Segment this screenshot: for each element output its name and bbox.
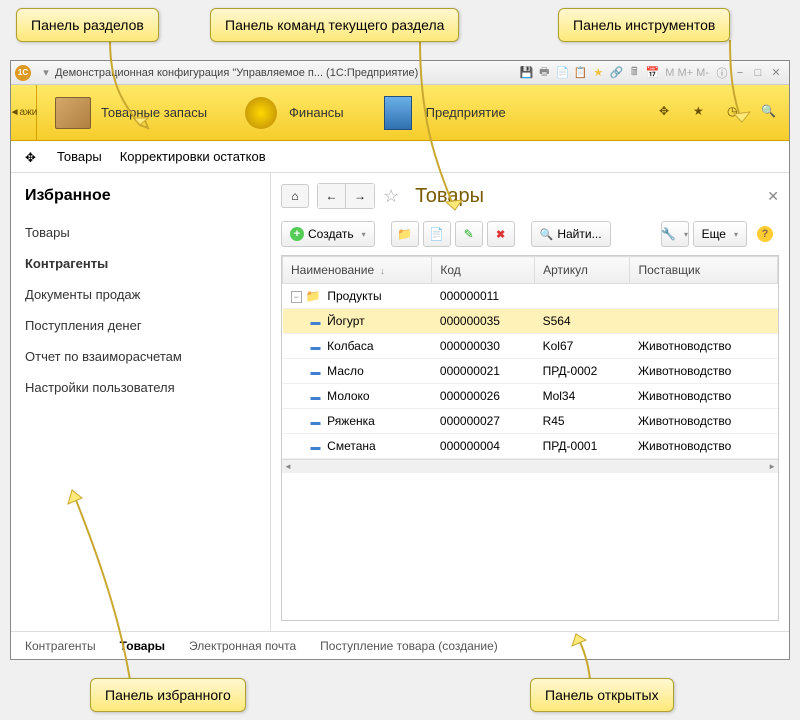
link-icon[interactable]: 🔗 — [608, 65, 624, 81]
item-icon: ▬ — [311, 342, 321, 353]
home-button[interactable]: ⌂ — [281, 184, 309, 208]
col-code[interactable]: Код — [432, 257, 535, 284]
main-header: ⌂ ← → ☆ Товары ✕ — [281, 183, 779, 209]
calendar-icon[interactable]: 📅 — [644, 65, 660, 81]
favorite-item[interactable]: Товары — [11, 217, 270, 248]
help-button[interactable]: ? — [751, 221, 779, 247]
pointer-open — [570, 630, 620, 680]
magnifier-icon: 🔍 — [540, 228, 554, 241]
table-row[interactable]: ▬ Сметана000000004ПРД-0001Животноводство — [283, 434, 778, 459]
more-button[interactable]: Еще — [693, 221, 747, 247]
favorite-item[interactable]: Поступления денег — [11, 310, 270, 341]
table-container: Наименование↓ Код Артикул Поставщик −📁 П… — [281, 255, 779, 621]
col-sku[interactable]: Артикул — [535, 257, 630, 284]
favorite-item[interactable]: Отчет по взаиморасчетам — [11, 341, 270, 372]
box-icon — [55, 97, 91, 129]
cmd-item[interactable]: Товары — [57, 149, 102, 164]
section-label: Финансы — [289, 105, 344, 120]
favorite-item[interactable]: Документы продаж — [11, 279, 270, 310]
delete-button[interactable]: ✖ — [487, 221, 515, 247]
search-icon[interactable]: 🔍 — [761, 104, 779, 122]
star-icon[interactable]: ★ — [590, 65, 606, 81]
create-button[interactable]: +Создать — [281, 221, 375, 247]
collapse-icon[interactable]: − — [291, 291, 302, 303]
copy-button[interactable]: 📄 — [423, 221, 451, 247]
favorite-item[interactable]: Настройки пользователя — [11, 372, 270, 403]
callout-favorites: Панель избранного — [90, 678, 246, 712]
favorite-item[interactable]: Контрагенты — [11, 248, 270, 279]
callout-commands: Панель команд текущего раздела — [210, 8, 459, 42]
x-icon: ✖ — [496, 228, 505, 241]
doc-icon[interactable]: 📄 — [554, 65, 570, 81]
favorites-panel: Избранное ТоварыКонтрагентыДокументы про… — [11, 173, 271, 631]
pointer-sections — [100, 40, 160, 130]
plus-icon: + — [290, 227, 304, 241]
help-icon: ? — [757, 226, 773, 242]
callout-open: Панель открытых — [530, 678, 674, 712]
data-table: Наименование↓ Код Артикул Поставщик −📁 П… — [282, 256, 778, 459]
item-icon: ▬ — [311, 317, 321, 328]
callout-sections: Панель разделов — [16, 8, 159, 42]
open-tab[interactable]: Электронная почта — [189, 639, 296, 653]
section-finance[interactable]: Финансы — [225, 85, 362, 141]
favorites-title: Избранное — [11, 187, 270, 217]
dropdown-icon[interactable]: ▾ — [38, 65, 54, 81]
folder-icon: 📁 — [306, 289, 321, 303]
table-row[interactable]: ▬ Масло000000021ПРД-0002Животноводство — [283, 359, 778, 384]
money-icon — [245, 97, 277, 129]
horizontal-scrollbar[interactable] — [282, 459, 778, 473]
back-button[interactable]: ← — [318, 184, 346, 208]
item-icon: ▬ — [311, 392, 321, 403]
forward-button[interactable]: → — [346, 184, 374, 208]
table-row[interactable]: ▬ Ряженка000000027R45Животноводство — [283, 409, 778, 434]
wrench-icon: 🔧 — [661, 227, 676, 241]
main-content: ⌂ ← → ☆ Товары ✕ +Создать 📁 📄 ✎ ✖ 🔍Найти… — [271, 173, 789, 631]
favorite-icon[interactable]: ★ — [693, 104, 711, 122]
table-row[interactable]: −📁 Продукты000000011 — [283, 284, 778, 309]
table-row[interactable]: ▬ Колбаса000000030Kol67Животноводство — [283, 334, 778, 359]
cmd-item[interactable]: Корректировки остатков — [120, 149, 266, 164]
callout-tools: Панель инструментов — [558, 8, 730, 42]
sort-icon: ↓ — [380, 266, 385, 276]
app-logo: 1С — [15, 65, 31, 81]
memory-group[interactable]: M M+ M- — [665, 67, 709, 79]
pointer-favorites — [60, 480, 140, 680]
item-icon: ▬ — [311, 367, 321, 378]
main-toolbar: +Создать 📁 📄 ✎ ✖ 🔍Найти... 🔧 Еще ? — [281, 221, 779, 247]
sections-nav-prev[interactable]: ◄ ажи — [11, 85, 37, 141]
move-small-icon[interactable]: ✥ — [25, 150, 39, 164]
close-page-icon[interactable]: ✕ — [767, 188, 779, 205]
item-icon: ▬ — [311, 442, 321, 453]
save-icon[interactable]: 💾 — [518, 65, 534, 81]
table-row[interactable]: ▬ Молоко000000026Mol34Животноводство — [283, 384, 778, 409]
close-window-icon[interactable]: ✕ — [768, 65, 784, 81]
pencil-icon: ✎ — [464, 227, 474, 241]
add-folder-button[interactable]: 📁 — [391, 221, 419, 247]
item-icon: ▬ — [311, 417, 321, 428]
open-tab[interactable]: Поступление товара (создание) — [320, 639, 498, 653]
pointer-commands — [400, 40, 480, 220]
edit-button[interactable]: ✎ — [455, 221, 483, 247]
star-outline-icon[interactable]: ☆ — [383, 186, 399, 207]
table-row[interactable]: ▬ Йогурт000000035S564 — [283, 309, 778, 334]
copy-icon[interactable]: 📋 — [572, 65, 588, 81]
settings-button[interactable]: 🔧 — [661, 221, 689, 247]
calc-icon[interactable]: 🖩 — [626, 65, 642, 81]
print-icon[interactable]: 🖶 — [536, 65, 552, 81]
pointer-tools — [720, 40, 760, 130]
find-button[interactable]: 🔍Найти... — [531, 221, 611, 247]
move-icon[interactable]: ✥ — [659, 104, 677, 122]
col-supplier[interactable]: Поставщик — [630, 257, 778, 284]
col-name[interactable]: Наименование↓ — [283, 257, 432, 284]
